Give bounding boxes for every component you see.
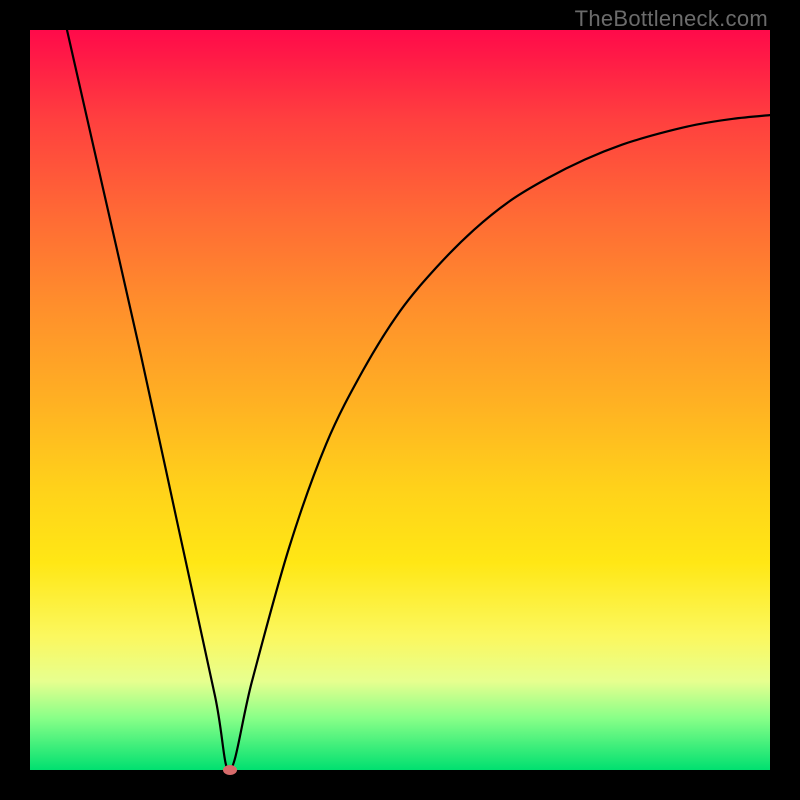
- minimum-marker: [223, 765, 237, 775]
- bottleneck-curve: [30, 30, 770, 770]
- watermark-text: TheBottleneck.com: [575, 6, 768, 32]
- chart-frame: TheBottleneck.com: [0, 0, 800, 800]
- plot-area: [30, 30, 770, 770]
